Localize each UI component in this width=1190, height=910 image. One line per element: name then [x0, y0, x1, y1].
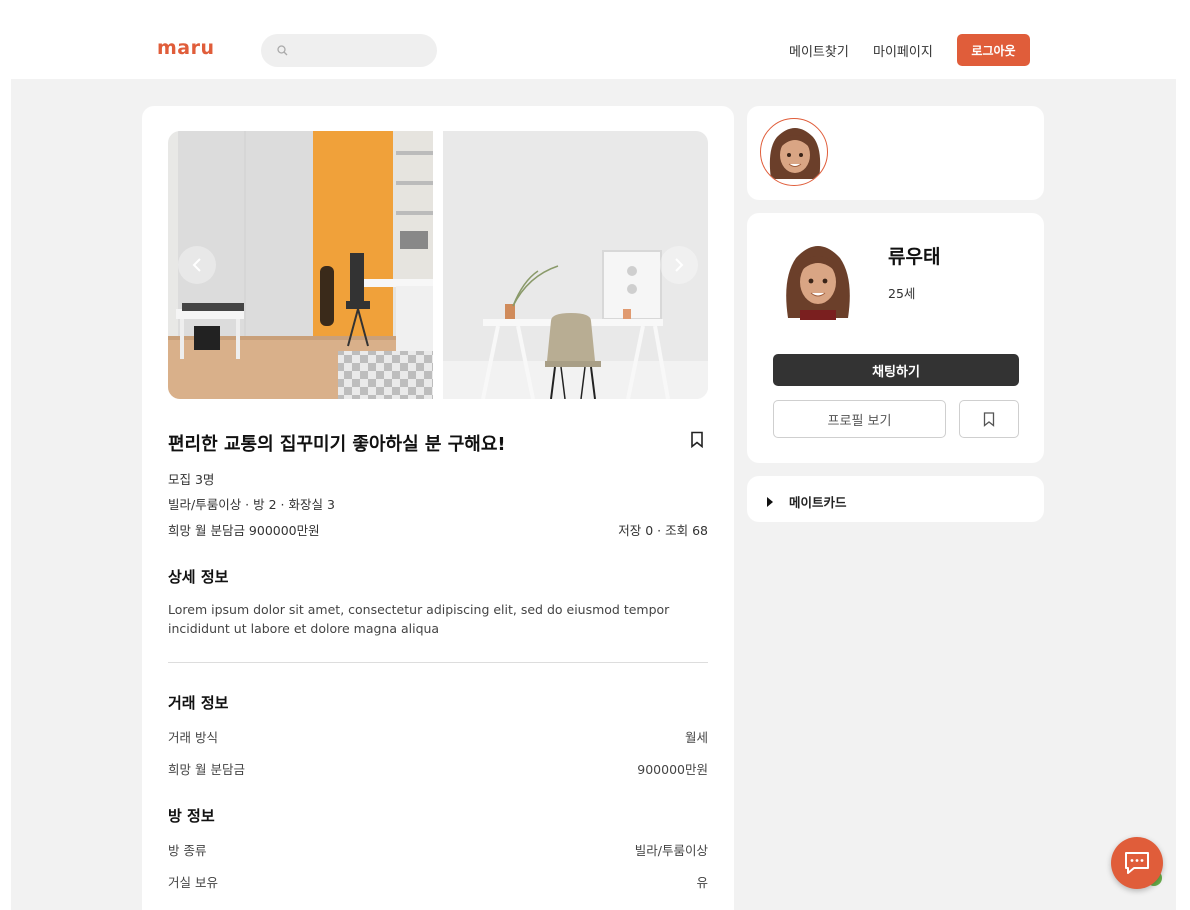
caret-right-icon: [766, 493, 774, 512]
living-room-value: 유: [696, 875, 708, 890]
deal-budget-label: 희망 월 분담금: [168, 762, 245, 777]
logo[interactable]: maru: [157, 37, 215, 59]
view-profile-button[interactable]: 프로필 보기: [773, 400, 946, 438]
profile-name: 류우태: [888, 246, 941, 268]
living-room-label: 거실 보유: [168, 875, 218, 890]
deal-type-value: 월세: [684, 730, 708, 745]
post-title: 편리한 교통의 집꾸미기 좋아하실 분 구해요!: [168, 434, 506, 455]
divider: [168, 662, 708, 663]
logout-button[interactable]: 로그아웃: [957, 34, 1030, 66]
detail-section-title: 상세 정보: [168, 568, 229, 586]
bookmark-icon: [983, 411, 995, 427]
bookmark-button[interactable]: [690, 431, 704, 452]
room-section-title: 방 정보: [168, 807, 215, 825]
chevron-right-icon: [675, 258, 684, 272]
avatar[interactable]: [760, 118, 828, 186]
profile-avatar: [782, 238, 854, 320]
nav-find-mate[interactable]: 메이트찾기: [789, 41, 849, 60]
deal-section-title: 거래 정보: [168, 694, 229, 712]
profile-age: 25세: [888, 286, 916, 301]
deal-budget-value: 900000만원: [637, 762, 708, 777]
top-header: maru 메이트찾기 마이페이지 로그아웃: [0, 0, 1190, 79]
bookmark-icon: [691, 431, 703, 449]
search-input[interactable]: [261, 34, 437, 67]
profile-bookmark-button[interactable]: [959, 400, 1019, 438]
room-type-label: 방 종류: [168, 843, 207, 858]
post-stats: 저장 0 · 조회 68: [618, 523, 708, 538]
room-photo-1: [168, 131, 433, 399]
room-photo-2: [443, 131, 708, 399]
carousel-next-button[interactable]: [660, 246, 698, 284]
carousel-prev-button[interactable]: [178, 246, 216, 284]
matecard-label[interactable]: 메이트카드: [789, 492, 847, 511]
chevron-left-icon: [192, 258, 201, 272]
recruit-count: 모집 3명: [168, 472, 215, 487]
nav-mypage[interactable]: 마이페이지: [873, 41, 933, 60]
chat-bubble-icon: [1125, 852, 1149, 874]
room-summary: 빌라/투룸이상 · 방 2 · 화장실 3: [168, 497, 335, 512]
deal-type-label: 거래 방식: [168, 730, 218, 745]
budget-summary: 희망 월 분담금 900000만원: [168, 523, 320, 538]
search-icon: [277, 45, 288, 56]
detail-description: Lorem ipsum dolor sit amet, consectetur …: [168, 602, 670, 636]
room-type-value: 빌라/투룸이상: [634, 843, 708, 858]
floating-chat-button[interactable]: [1111, 837, 1163, 889]
chat-button[interactable]: 채팅하기: [773, 354, 1019, 386]
